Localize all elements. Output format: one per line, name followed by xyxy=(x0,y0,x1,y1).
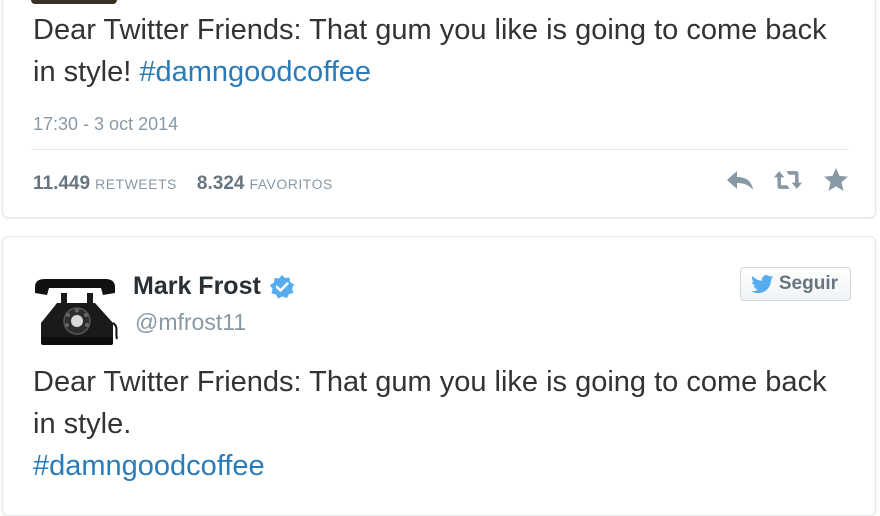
favorite-star-icon[interactable] xyxy=(821,167,851,193)
tweet-card-1: Dear Twitter Friends: That gum you like … xyxy=(2,0,876,218)
author-name-row: Mark Frost xyxy=(133,272,295,301)
tweet-timestamp[interactable]: 17:30 - 3 oct 2014 xyxy=(33,114,178,135)
favorites-count[interactable]: 8.324 xyxy=(197,173,245,194)
cropped-avatar xyxy=(31,0,117,4)
verified-badge-icon xyxy=(269,274,294,298)
twitter-bird-icon xyxy=(750,275,773,293)
tweet-body: Dear Twitter Friends: That gum you like … xyxy=(33,366,827,440)
rotary-telephone-icon xyxy=(35,279,118,345)
user-handle[interactable]: @mfrost11 xyxy=(135,309,246,336)
tweet-text: Dear Twitter Friends: That gum you like … xyxy=(33,361,835,487)
retweet-icon[interactable] xyxy=(773,167,803,193)
follow-button[interactable]: Seguir xyxy=(739,267,851,301)
display-name[interactable]: Mark Frost xyxy=(133,272,261,301)
tweet-card-2: Mark Frost @mfrost11 Seguir Dear Twitter… xyxy=(2,236,876,516)
follow-label: Seguir xyxy=(778,273,838,294)
reply-icon[interactable] xyxy=(725,167,755,193)
avatar[interactable] xyxy=(31,275,119,353)
tweet-text: Dear Twitter Friends: That gum you like … xyxy=(33,9,835,93)
divider xyxy=(31,149,849,150)
retweets-count[interactable]: 11.449 xyxy=(33,173,90,194)
tweet-stats: 11.449 RETWEETS 8.324 FAVORITOS xyxy=(33,173,333,195)
hashtag-link[interactable]: #damngoodcoffee xyxy=(139,56,371,88)
hashtag-link[interactable]: #damngoodcoffee xyxy=(33,450,265,482)
favorites-label[interactable]: FAVORITOS xyxy=(249,176,332,192)
retweets-label[interactable]: RETWEETS xyxy=(95,176,177,192)
tweet-actions xyxy=(725,167,851,193)
